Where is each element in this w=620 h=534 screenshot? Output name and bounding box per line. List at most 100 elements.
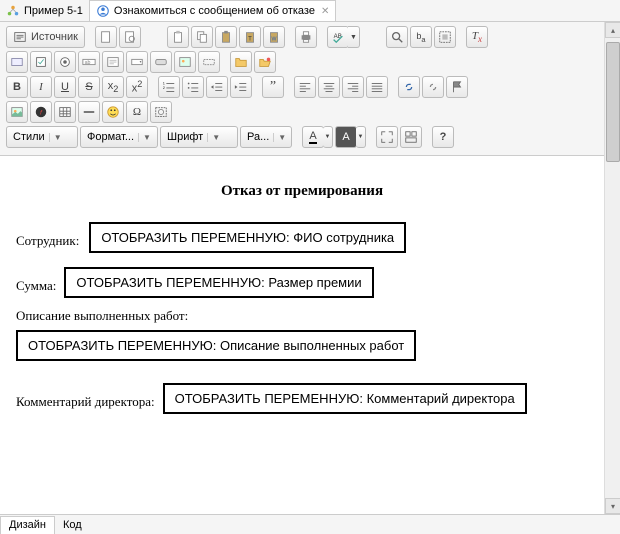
editor-tab-bar: Пример 5-1 Ознакомиться с сообщением об … — [0, 0, 620, 22]
unlink-button[interactable] — [422, 76, 444, 98]
scroll-thumb[interactable] — [606, 42, 620, 162]
employee-variable-box[interactable]: ОТОБРАЗИТЬ ПЕРЕМЕННУЮ: ФИО сотрудника — [89, 222, 406, 253]
align-justify-icon — [370, 80, 384, 94]
employee-label: Сотрудник: — [16, 233, 79, 249]
bold-button[interactable]: B — [6, 76, 28, 98]
blocks-icon — [404, 130, 418, 144]
page-icon — [99, 30, 113, 44]
styles-dropdown[interactable]: Стили▼ — [6, 126, 78, 148]
flash-button[interactable]: f — [30, 101, 52, 123]
numbered-list-button[interactable]: 12 — [158, 76, 180, 98]
folder-open-icon — [258, 55, 272, 69]
folder-icon — [234, 55, 248, 69]
link-button[interactable] — [398, 76, 420, 98]
vertical-scrollbar[interactable]: ▴ ▾ — [604, 22, 620, 514]
text-color-dropdown[interactable]: ▼ — [323, 126, 333, 148]
tab-review-rejection[interactable]: Ознакомиться с сообщением об отказе ✕ — [89, 0, 336, 21]
chevron-down-icon: ▼ — [273, 133, 286, 142]
folder-open-button[interactable] — [254, 51, 276, 73]
amount-label: Сумма: — [16, 278, 56, 294]
align-center-button[interactable] — [318, 76, 340, 98]
textarea-button[interactable] — [102, 51, 124, 73]
font-dropdown[interactable]: Шрифт▼ — [160, 126, 238, 148]
about-button[interactable]: ? — [432, 126, 454, 148]
paste-icon — [219, 30, 233, 44]
hr-icon — [82, 105, 96, 119]
source-button[interactable]: Источник — [6, 26, 85, 48]
replace-button[interactable]: ba — [410, 26, 432, 48]
maximize-button[interactable] — [376, 126, 398, 148]
spellcheck-dropdown[interactable]: ▼ — [348, 26, 360, 48]
bg-color-dropdown[interactable]: ▼ — [356, 126, 366, 148]
tab-example-5-1[interactable]: Пример 5-1 — [0, 0, 89, 21]
italic-button[interactable]: I — [30, 76, 52, 98]
align-right-button[interactable] — [342, 76, 364, 98]
spellcheck-button[interactable]: AB — [327, 26, 349, 48]
design-tab[interactable]: Дизайн — [0, 516, 55, 534]
align-center-icon — [322, 80, 336, 94]
radio-button[interactable] — [54, 51, 76, 73]
paste-text-button[interactable]: T — [239, 26, 261, 48]
imagebutton-button[interactable] — [174, 51, 196, 73]
remove-format-button[interactable]: Tx — [466, 26, 488, 48]
outdent-button[interactable] — [206, 76, 228, 98]
replace-icon: ba — [416, 31, 425, 44]
hidden-field-button[interactable] — [198, 51, 220, 73]
select-button[interactable] — [126, 51, 148, 73]
subscript-button[interactable]: x2 — [102, 76, 124, 98]
strike-button[interactable]: S — [78, 76, 100, 98]
show-blocks-button[interactable] — [400, 126, 422, 148]
svg-text:2: 2 — [163, 86, 165, 90]
superscript-button[interactable]: x2 — [126, 76, 148, 98]
textfield-button[interactable]: ab — [78, 51, 100, 73]
preview-button[interactable] — [119, 26, 141, 48]
scroll-up-button[interactable]: ▴ — [605, 22, 620, 38]
close-icon[interactable]: ✕ — [321, 6, 329, 17]
bg-color-icon: A — [342, 131, 349, 143]
hr-button[interactable] — [78, 101, 100, 123]
unlink-icon — [426, 80, 440, 94]
indent-button[interactable] — [230, 76, 252, 98]
checkbox-button[interactable] — [30, 51, 52, 73]
copy-button[interactable] — [191, 26, 213, 48]
blockquote-button[interactable]: ” — [262, 76, 284, 98]
paste-button[interactable] — [215, 26, 237, 48]
smiley-button[interactable] — [102, 101, 124, 123]
copy-icon — [195, 30, 209, 44]
flash-icon: f — [34, 105, 48, 119]
anchor-button[interactable] — [446, 76, 468, 98]
folder-button[interactable] — [230, 51, 252, 73]
work-desc-variable-box[interactable]: ОТОБРАЗИТЬ ПЕРЕМЕННУЮ: Описание выполнен… — [16, 330, 416, 361]
specialchar-button[interactable]: Ω — [126, 101, 148, 123]
align-justify-button[interactable] — [366, 76, 388, 98]
text-color-button[interactable]: A — [302, 126, 324, 148]
form-button[interactable] — [6, 51, 28, 73]
align-left-button[interactable] — [294, 76, 316, 98]
size-dropdown[interactable]: Ра...▼ — [240, 126, 292, 148]
underline-button[interactable]: U — [54, 76, 76, 98]
cut-button[interactable] — [167, 26, 189, 48]
bottom-tab-bar: Дизайн Код — [0, 514, 620, 534]
tab-label: Ознакомиться с сообщением об отказе — [114, 5, 315, 17]
image-button[interactable] — [6, 101, 28, 123]
radio-icon — [58, 55, 72, 69]
amount-variable-box[interactable]: ОТОБРАЗИТЬ ПЕРЕМЕННУЮ: Размер премии — [64, 267, 373, 298]
rich-text-toolbar: Источник T W AB ▼ ba Tx ab — [0, 22, 620, 156]
editor-content[interactable]: Отказ от премирования Сотрудник: ОТОБРАЗ… — [0, 167, 604, 514]
find-button[interactable] — [386, 26, 408, 48]
print-button[interactable] — [295, 26, 317, 48]
scroll-down-button[interactable]: ▾ — [605, 498, 620, 514]
button-button[interactable] — [150, 51, 172, 73]
table-button[interactable] — [54, 101, 76, 123]
superscript-icon: x2 — [132, 79, 143, 95]
select-all-button[interactable] — [434, 26, 456, 48]
iframe-button[interactable] — [150, 101, 172, 123]
new-page-button[interactable] — [95, 26, 117, 48]
spellcheck-icon: AB — [331, 30, 345, 44]
director-variable-box[interactable]: ОТОБРАЗИТЬ ПЕРЕМЕННУЮ: Комментарий дирек… — [163, 383, 527, 414]
code-tab[interactable]: Код — [55, 516, 90, 534]
bullet-list-button[interactable] — [182, 76, 204, 98]
bg-color-button[interactable]: A — [335, 126, 357, 148]
format-dropdown[interactable]: Формат...▼ — [80, 126, 158, 148]
paste-word-button[interactable]: W — [263, 26, 285, 48]
